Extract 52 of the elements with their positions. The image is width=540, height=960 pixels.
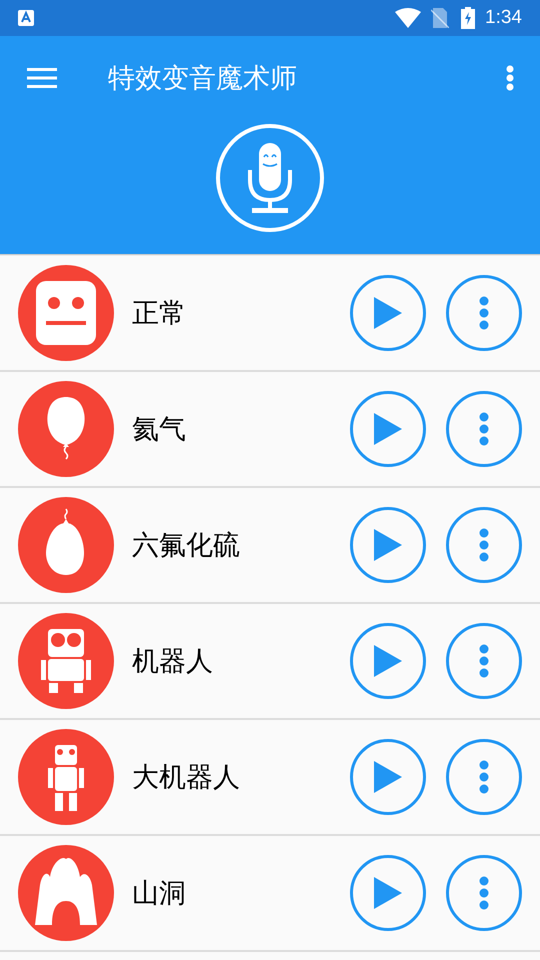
options-button[interactable]	[446, 275, 522, 351]
effect-label: 正常	[132, 296, 187, 330]
options-button[interactable]	[446, 739, 522, 815]
more-icon	[479, 644, 489, 678]
menu-icon	[27, 67, 57, 89]
balloon-icon	[18, 381, 114, 477]
options-button[interactable]	[446, 391, 522, 467]
play-button[interactable]	[350, 391, 426, 467]
effect-label: 大机器人	[132, 760, 241, 794]
robot-icon	[18, 729, 114, 825]
options-button[interactable]	[446, 855, 522, 931]
effect-row[interactable]: 氦气	[0, 372, 540, 488]
cave-icon	[18, 845, 114, 941]
play-icon	[374, 297, 402, 329]
no-sim-icon	[431, 8, 450, 28]
more-icon	[479, 760, 489, 794]
battery-charging-icon	[461, 7, 476, 29]
play-icon	[374, 877, 402, 909]
status-time: 1:34	[485, 6, 522, 30]
play-button[interactable]	[350, 275, 426, 351]
weighted-balloon-icon	[18, 497, 114, 593]
face-icon	[18, 265, 114, 361]
play-icon	[374, 761, 402, 793]
keyboard-app-icon	[18, 10, 34, 26]
play-icon	[374, 413, 402, 445]
more-icon	[479, 528, 489, 562]
effect-label: 氦气	[132, 412, 187, 446]
more-icon	[479, 296, 489, 330]
effect-label: 机器人	[132, 644, 214, 678]
more-icon	[479, 412, 489, 446]
microphone-icon	[248, 143, 292, 213]
options-button[interactable]	[446, 623, 522, 699]
play-icon	[374, 645, 402, 677]
more-icon	[506, 65, 514, 91]
play-button[interactable]	[350, 623, 426, 699]
effect-row[interactable]: 六氟化硫	[0, 488, 540, 604]
effect-row[interactable]: 大机器人	[0, 720, 540, 836]
play-button[interactable]	[350, 855, 426, 931]
record-button[interactable]	[216, 124, 324, 232]
effect-row[interactable]: 正常	[0, 256, 540, 372]
effect-label: 六氟化硫	[132, 528, 241, 562]
wifi-icon	[395, 8, 422, 28]
robot-icon	[18, 613, 114, 709]
effect-row[interactable]: 机器人	[0, 604, 540, 720]
play-button[interactable]	[350, 507, 426, 583]
play-icon	[374, 529, 402, 561]
effect-label: 山洞	[132, 876, 187, 910]
app-title: 特效变音魔术师	[108, 62, 297, 95]
more-icon	[479, 876, 489, 910]
options-button[interactable]	[446, 507, 522, 583]
play-button[interactable]	[350, 739, 426, 815]
effect-row[interactable]: 山洞	[0, 836, 540, 952]
